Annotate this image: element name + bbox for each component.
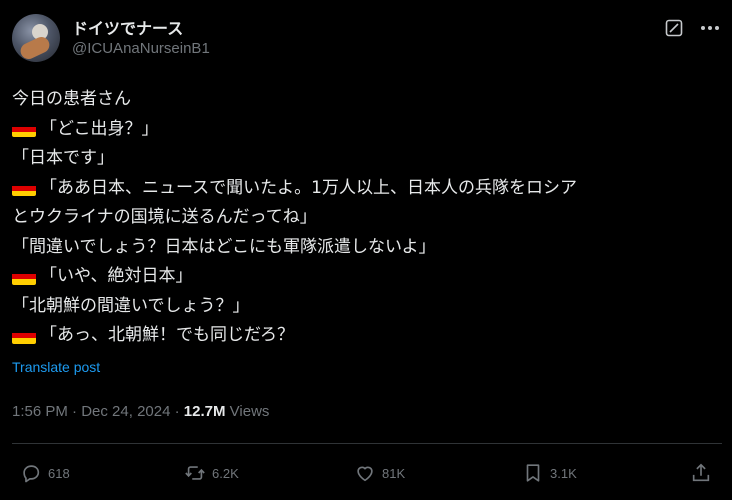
tweet-line: 「間違いでしょう？日本はどこにも軍隊派遣しないよ」 — [12, 233, 722, 263]
reply-icon — [20, 462, 42, 484]
more-options-icon[interactable] — [698, 18, 722, 38]
tweet-line: 「いや、絶対日本」 — [12, 262, 722, 292]
grok-icon[interactable] — [664, 18, 684, 38]
bookmark-icon — [522, 462, 544, 484]
tweet-line: 今日の患者さん — [12, 85, 722, 115]
views-label: Views — [229, 403, 270, 420]
germany-flag-icon — [12, 180, 36, 197]
tweet-line-text: 「あっ、北朝鮮！でも同じだろ？ — [40, 325, 294, 345]
like-button[interactable]: 81K — [354, 462, 405, 484]
tweet-line-text: 「ああ日本、ニュースで聞いたよ。1万人以上、日本人の兵隊をロシア — [40, 177, 577, 198]
meta-separator: · — [174, 403, 180, 420]
like-count: 81K — [382, 465, 406, 481]
tweet-line: 「北朝鮮の間違いでしょう？」 — [12, 292, 722, 322]
repost-icon — [184, 462, 206, 484]
tweet-line-text: とウクライナの国境に送るんだってね」 — [12, 207, 317, 227]
germany-flag-icon — [12, 121, 36, 138]
reply-count: 618 — [48, 465, 70, 481]
reply-button[interactable]: 618 — [20, 462, 70, 484]
bookmark-button[interactable]: 3.1K — [522, 462, 577, 484]
germany-flag-icon — [12, 327, 36, 344]
meta-separator: · — [72, 403, 78, 420]
heart-icon — [354, 462, 376, 484]
repost-button[interactable]: 6.2K — [184, 462, 239, 484]
divider — [12, 443, 722, 444]
tweet-meta: 1:56 PM · Dec 24, 2024 · 12.7M Views — [12, 403, 269, 420]
tweet-date[interactable]: Dec 24, 2024 — [81, 403, 170, 420]
views-count: 12.7M — [183, 403, 226, 420]
share-button[interactable] — [690, 462, 712, 484]
repost-count: 6.2K — [212, 465, 239, 481]
tweet-text: 今日の患者さん「どこ出身？」「日本です」「ああ日本、ニュースで聞いたよ。1万人以… — [12, 85, 722, 351]
tweet-line: 「あっ、北朝鮮！でも同じだろ？ — [12, 321, 722, 351]
tweet-line: 「どこ出身？」 — [12, 115, 722, 145]
tweet-line-text: 今日の患者さん — [12, 89, 131, 109]
tweet-line-text: 「間違いでしょう？日本はどこにも軍隊派遣しないよ」 — [12, 236, 436, 257]
action-bar: 618 6.2K 81K 3.1K — [12, 462, 722, 492]
user-handle[interactable]: @ICUAnaNurseinB1 — [72, 40, 210, 57]
tweet-line-text: 「いや、絶対日本」 — [40, 266, 193, 286]
avatar[interactable] — [12, 14, 60, 62]
tweet-line-text: 「日本です」 — [12, 148, 114, 168]
translate-post-link[interactable]: Translate post — [12, 359, 100, 375]
germany-flag-icon — [12, 268, 36, 285]
tweet-line: とウクライナの国境に送るんだってね」 — [12, 203, 722, 233]
tweet-line: 「日本です」 — [12, 144, 722, 174]
tweet-line-text: 「北朝鮮の間違いでしょう？」 — [12, 295, 250, 316]
tweet-line-text: 「どこ出身？」 — [40, 118, 159, 139]
tweet-line: 「ああ日本、ニュースで聞いたよ。1万人以上、日本人の兵隊をロシア — [12, 174, 722, 204]
bookmark-count: 3.1K — [550, 465, 577, 481]
tweet-time[interactable]: 1:56 PM — [12, 403, 68, 420]
share-icon — [690, 462, 712, 484]
display-name[interactable]: ドイツでナース — [72, 15, 183, 39]
